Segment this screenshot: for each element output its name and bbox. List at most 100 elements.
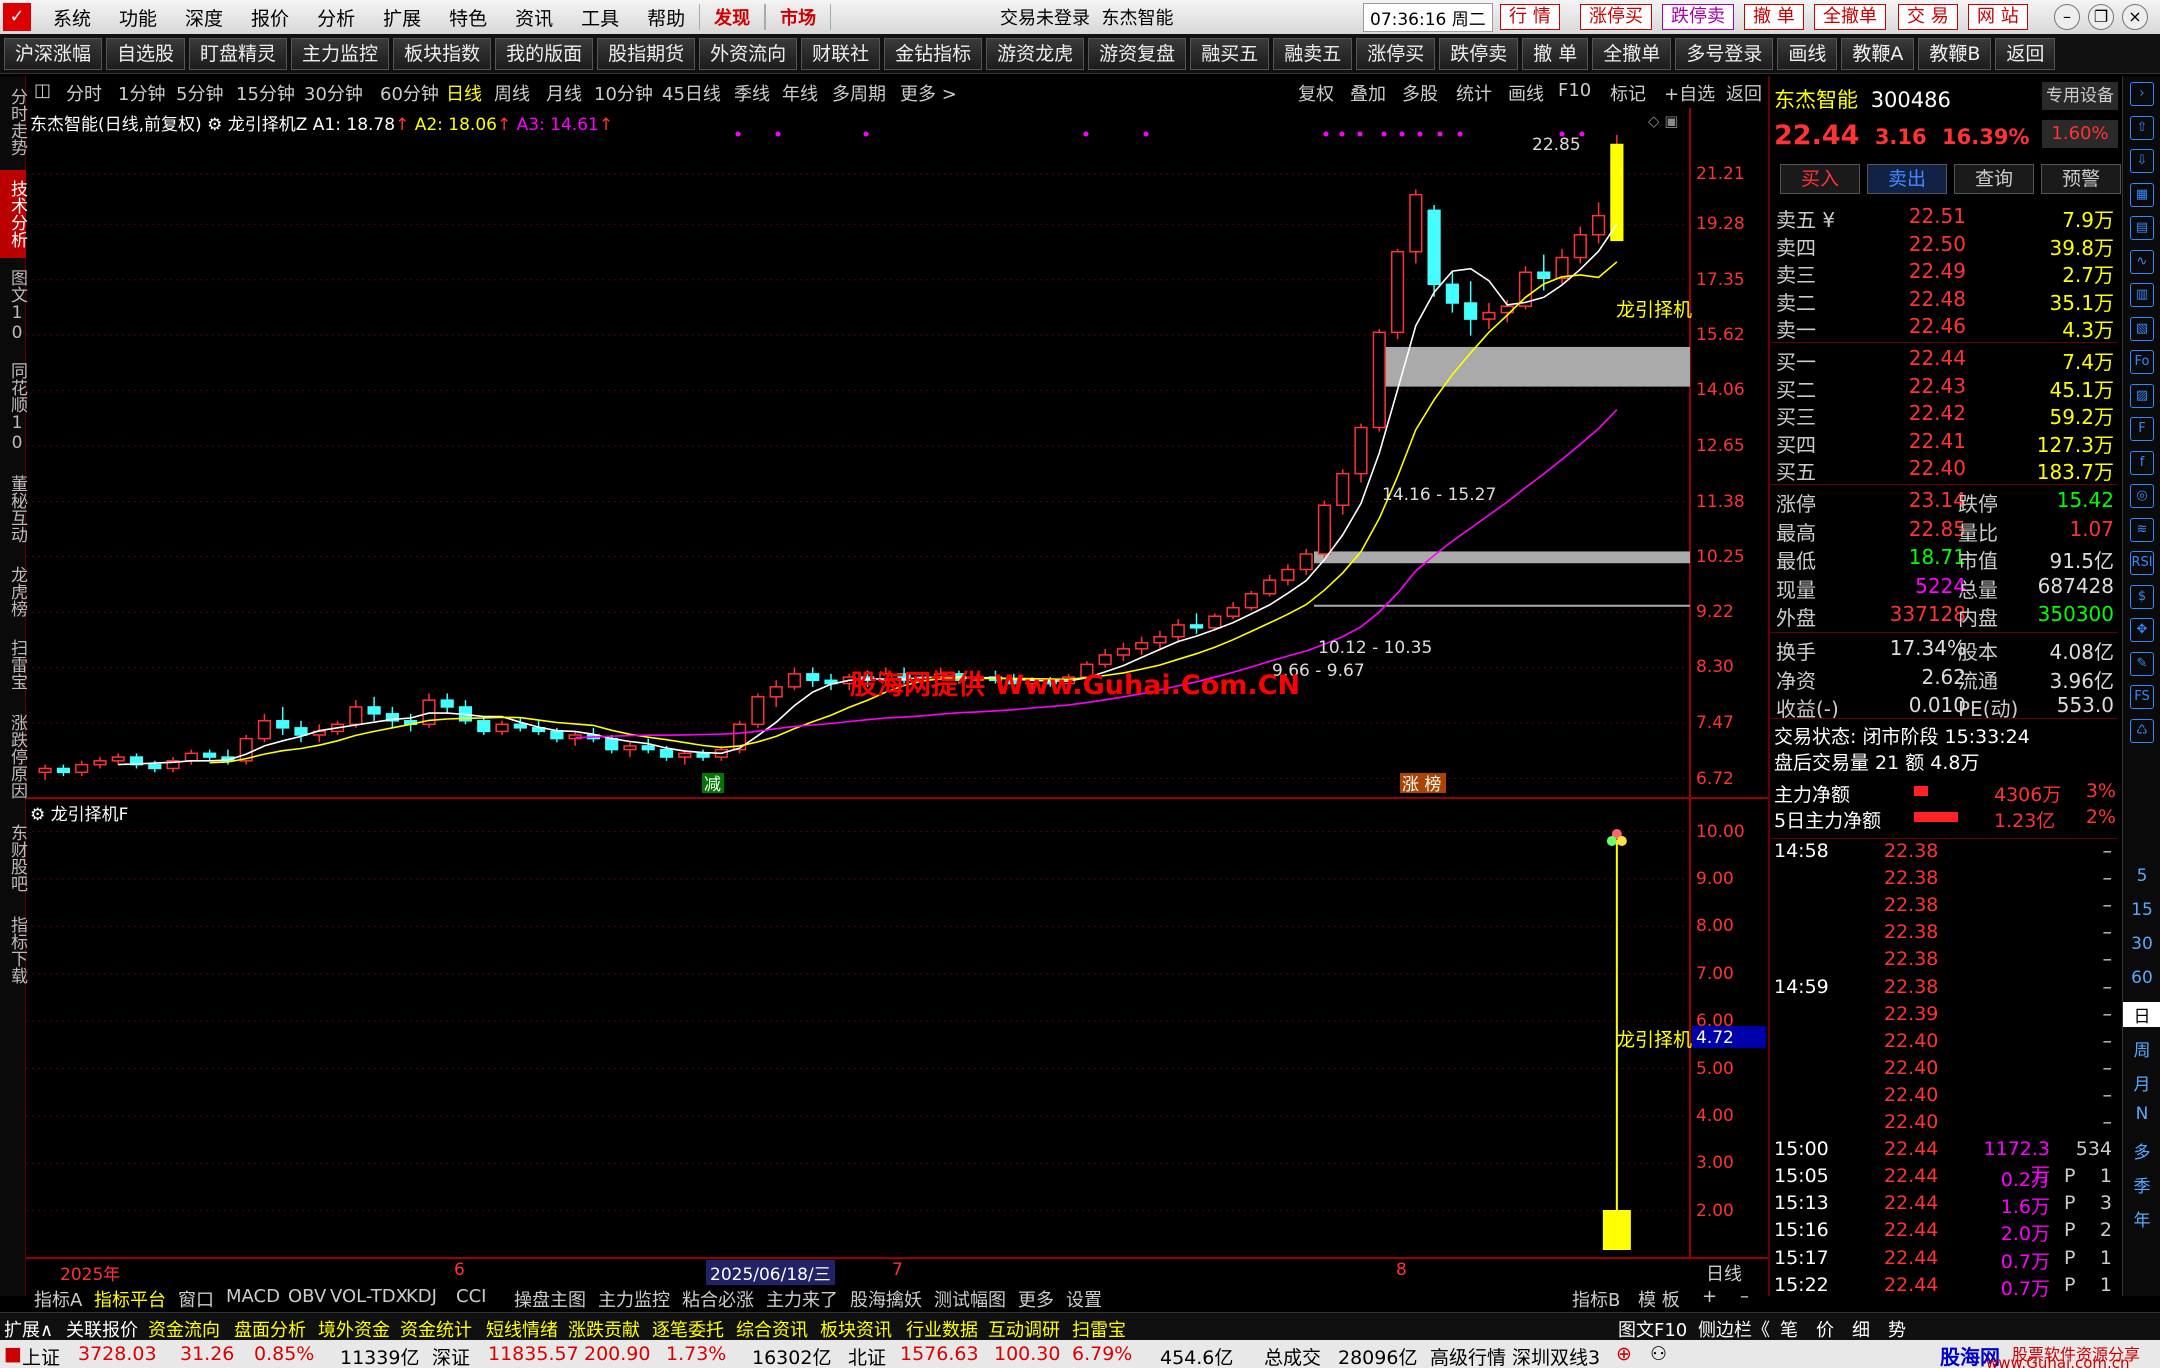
toolbar-button-11[interactable]: 游资复盘 [1088, 37, 1187, 70]
link-12[interactable]: 互动调研 [988, 1316, 1060, 1342]
side-tool-icon-2[interactable]: ⇩ [2130, 149, 2154, 173]
indicator-tab-5[interactable]: VOL-TDX [330, 1286, 408, 1307]
period-1[interactable]: 1分钟 [118, 80, 165, 106]
chart-tool-6[interactable]: 标记 [1610, 80, 1646, 106]
link-11[interactable]: 行业数据 [906, 1316, 978, 1342]
period-9[interactable]: 10分钟 [594, 80, 653, 106]
indicator-tab-right-0[interactable]: 指标B [1572, 1286, 1620, 1312]
minimize-icon[interactable]: – [2054, 4, 2080, 30]
side-tool-icon-18[interactable]: FS [2130, 685, 2154, 709]
toolbar-button-1[interactable]: 自选股 [106, 37, 186, 70]
side-period-6[interactable]: 月 [2123, 1070, 2160, 1095]
period-0[interactable]: 分时 [66, 80, 102, 106]
menu-item-8[interactable]: 工具 [567, 4, 633, 31]
side-tool-icon-9[interactable]: ▨ [2130, 383, 2154, 408]
bid-row-0[interactable]: 买一 22.44 7.4万 [1776, 346, 2116, 374]
menu-item-6[interactable]: 特色 [435, 4, 501, 31]
indicator-tab-0[interactable]: 指标A [34, 1286, 82, 1312]
indicator-tab-4[interactable]: OBV [288, 1286, 326, 1307]
side-tool-icon-13[interactable]: ≋ [2130, 517, 2154, 542]
side-tool-icon-5[interactable]: ∿ [2130, 249, 2154, 274]
indicator-tab-right-2[interactable]: + [1702, 1286, 1717, 1307]
period-5[interactable]: 60分钟 [380, 80, 439, 106]
link-right-5[interactable]: 势 [1888, 1316, 1906, 1342]
side-tool-icon-19[interactable]: ♺ [2130, 718, 2154, 743]
link-right-2[interactable]: 笔 [1780, 1316, 1798, 1342]
indicator-tab-8[interactable]: 操盘主图 [514, 1286, 586, 1312]
menu-discover[interactable]: 发现 [699, 4, 766, 30]
period-11[interactable]: 季线 [734, 80, 770, 106]
link-1[interactable]: 关联报价 [66, 1316, 138, 1342]
menu-item-9[interactable]: 帮助 [633, 4, 699, 31]
link-0[interactable]: 扩展∧ [4, 1316, 53, 1342]
indicator-tab-2[interactable]: 窗口 [178, 1286, 214, 1312]
indicator-tab-13[interactable]: 测试幅图 [934, 1286, 1006, 1312]
side-period-10[interactable]: 年 [2123, 1206, 2160, 1231]
indicator-tab-14[interactable]: 更多 [1018, 1286, 1054, 1312]
chart-tool-3[interactable]: 统计 [1456, 80, 1492, 106]
panel-toggle-icon[interactable]: ◫ [34, 80, 51, 101]
side-period-4[interactable]: 日 [2123, 1002, 2160, 1027]
toolbar-button-8[interactable]: 财联社 [801, 37, 881, 70]
left-tab-1[interactable]: 技术分析 [0, 170, 27, 258]
left-tab-6[interactable]: 扫雷宝 [0, 630, 27, 699]
ask-row-0[interactable]: 卖五 ¥22.51 7.9万 [1776, 204, 2116, 232]
period-14[interactable]: 更多 > [900, 80, 957, 106]
quick-button-2[interactable]: 跌停卖 [1662, 4, 1734, 30]
toolbar-button-2[interactable]: 盯盘精灵 [189, 37, 288, 70]
side-tool-icon-12[interactable]: ◎ [2130, 484, 2154, 508]
side-period-2[interactable]: 30 [2123, 934, 2160, 954]
period-4[interactable]: 30分钟 [304, 80, 363, 106]
side-tool-icon-8[interactable]: Fo [2130, 350, 2154, 374]
side-tool-icon-14[interactable]: RSI [2130, 551, 2154, 575]
link-8[interactable]: 逐笔委托 [652, 1316, 724, 1342]
toolbar-button-20[interactable]: 教鞭A [1841, 37, 1915, 70]
bid-row-4[interactable]: 买五 22.40 183.7万 [1776, 456, 2116, 484]
link-right-0[interactable]: 图文F10 [1618, 1316, 1687, 1342]
toolbar-button-10[interactable]: 游资龙虎 [986, 37, 1085, 70]
indicator-tab-12[interactable]: 股海擒妖 [850, 1286, 922, 1312]
side-tool-icon-0[interactable]: › [2130, 82, 2154, 106]
link-4[interactable]: 境外资金 [318, 1316, 390, 1342]
menu-item-4[interactable]: 分析 [303, 4, 369, 31]
chart-tool-8[interactable]: 返回 [1726, 80, 1762, 106]
side-period-8[interactable]: 多 [2123, 1138, 2160, 1163]
indicator-tab-7[interactable]: CCI [456, 1286, 486, 1307]
quick-button-1[interactable]: 涨停买 [1580, 4, 1652, 30]
toolbar-button-14[interactable]: 涨停买 [1356, 37, 1436, 70]
indicator-tab-6[interactable]: KDJ [406, 1286, 437, 1307]
side-tool-icon-7[interactable]: ▧ [2130, 316, 2154, 341]
close-icon[interactable]: × [2122, 4, 2148, 30]
toolbar-button-3[interactable]: 主力监控 [291, 37, 390, 70]
side-tool-icon-1[interactable]: ⇧ [2130, 115, 2154, 140]
bid-row-2[interactable]: 买三 22.42 59.2万 [1776, 401, 2116, 429]
indicator-tab-15[interactable]: 设置 [1066, 1286, 1102, 1312]
chart-tool-4[interactable]: 画线 [1508, 80, 1544, 106]
left-tab-0[interactable]: 分时走势 [0, 78, 27, 166]
link-13[interactable]: 扫雷宝 [1072, 1316, 1126, 1342]
toolbar-button-15[interactable]: 跌停卖 [1439, 37, 1519, 70]
toolbar-button-0[interactable]: 沪深涨幅 [4, 37, 103, 70]
toolbar-button-17[interactable]: 全撤单 [1592, 37, 1672, 70]
ask-row-1[interactable]: 卖四 22.50 39.8万 [1776, 232, 2116, 260]
trade-button-1[interactable]: 卖出 [1867, 164, 1947, 194]
menu-item-5[interactable]: 扩展 [369, 4, 435, 31]
toolbar-button-22[interactable]: 返回 [1995, 37, 2056, 70]
side-tool-icon-16[interactable]: ✥ [2130, 618, 2154, 642]
side-period-5[interactable]: 周 [2123, 1036, 2160, 1061]
toolbar-button-5[interactable]: 我的版面 [495, 37, 594, 70]
side-tool-icon-4[interactable]: ▤ [2130, 216, 2154, 240]
side-tool-icon-11[interactable]: f [2130, 450, 2154, 475]
toolbar-button-21[interactable]: 教鞭B [1918, 37, 1992, 70]
toolbar-button-9[interactable]: 金钻指标 [884, 37, 983, 70]
toolbar-button-7[interactable]: 外资流向 [699, 37, 798, 70]
side-tool-icon-17[interactable]: ✎ [2130, 651, 2154, 676]
menu-item-7[interactable]: 资讯 [501, 4, 567, 31]
side-period-1[interactable]: 15 [2123, 900, 2160, 920]
toolbar-button-4[interactable]: 板块指数 [393, 37, 492, 70]
period-13[interactable]: 多周期 [832, 80, 886, 106]
ask-row-4[interactable]: 卖一 22.46 4.3万 [1776, 314, 2116, 342]
bid-row-3[interactable]: 买四 22.41 127.3万 [1776, 429, 2116, 457]
sina-icon[interactable]: ⊕ [1616, 1343, 1632, 1365]
trade-button-0[interactable]: 买入 [1780, 164, 1860, 194]
